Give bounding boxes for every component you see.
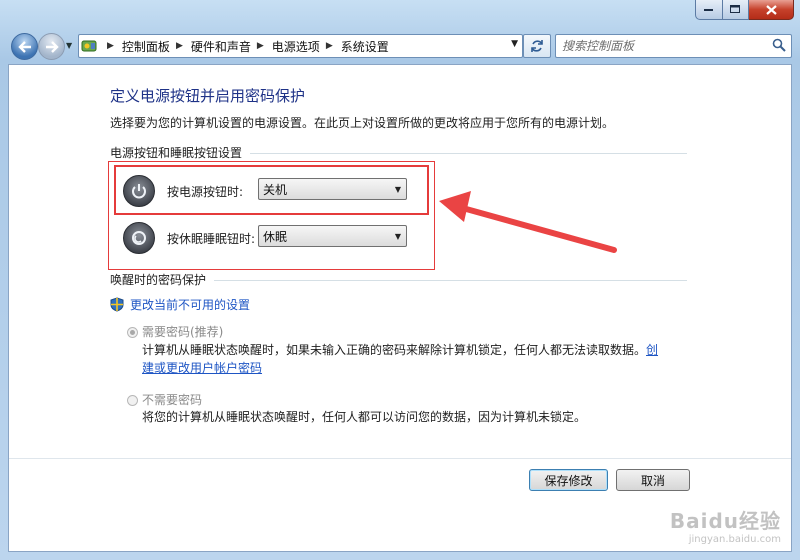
address-history-dropdown[interactable]: ▼ <box>511 39 518 49</box>
refresh-button[interactable] <box>523 34 551 58</box>
breadcrumb-chevron[interactable]: ▶ <box>176 41 183 51</box>
forward-arrow-icon <box>45 40 59 53</box>
page-title: 定义电源按钮并启用密码保护 <box>110 87 306 105</box>
change-settings-link-row: 更改当前不可用的设置 <box>110 296 250 313</box>
section-divider <box>250 152 687 154</box>
sleep-button-select[interactable]: 休眠 ▼ <box>258 225 407 247</box>
sleep-button-label: 按休眠睡眠钮时: <box>167 232 256 246</box>
section-divider <box>214 279 687 281</box>
maximize-button[interactable] <box>723 0 749 20</box>
power-section-header: 电源按钮和睡眠按钮设置 <box>110 145 687 160</box>
no-password-label: 不需要密码 <box>142 393 203 407</box>
save-changes-button[interactable]: 保存修改 <box>529 469 608 491</box>
sleep-button-value: 休眠 <box>263 229 288 244</box>
breadcrumb-chevron[interactable]: ▶ <box>326 41 333 51</box>
no-password-description: 将您的计算机从睡眠状态唤醒时，任何人都可以访问您的数据，因为计算机未锁定。 <box>142 410 587 424</box>
cancel-button[interactable]: 取消 <box>616 469 690 491</box>
caption-buttons <box>695 0 794 20</box>
page-description: 选择要为您的计算机设置的电源设置。在此页上对设置所做的更改将应用于您所有的电源计… <box>110 116 615 130</box>
search-box[interactable] <box>555 34 792 58</box>
recent-pages-dropdown[interactable]: ▼ <box>66 41 72 50</box>
breadcrumb-system-settings[interactable]: 系统设置 <box>341 38 389 55</box>
breadcrumb-root-chevron[interactable]: ▶ <box>107 41 114 51</box>
back-arrow-icon <box>17 40 31 53</box>
close-icon <box>765 4 777 15</box>
password-section-heading: 唤醒时的密码保护 <box>110 272 207 287</box>
require-password-radio[interactable] <box>127 327 138 338</box>
baidu-watermark: Baidu经验 jingyan.baidu.com <box>670 505 781 545</box>
refresh-icon <box>531 40 543 52</box>
footer-divider <box>9 458 791 459</box>
require-password-desc-text: 计算机从睡眠状态唤醒时，如果未输入正确的密码来解除计算机锁定，任何人都无法读取数… <box>142 343 647 357</box>
control-panel-icon <box>79 36 101 56</box>
power-section-heading: 电源按钮和睡眠按钮设置 <box>110 145 243 160</box>
address-bar[interactable]: ▶ 控制面板 ▶ 硬件和声音 ▶ 电源选项 ▶ 系统设置 ▼ <box>78 34 523 58</box>
watermark-brand: Baidu经验 <box>669 509 781 533</box>
minimize-icon <box>704 8 713 11</box>
create-password-link[interactable]: 建或更改用户帐户密码 <box>142 361 262 375</box>
breadcrumb-control-panel[interactable]: 控制面板 <box>122 38 170 55</box>
chevron-down-icon: ▼ <box>394 184 402 194</box>
breadcrumb-chevron[interactable]: ▶ <box>257 41 264 51</box>
back-button[interactable] <box>11 33 38 60</box>
power-button-icon <box>123 175 155 207</box>
maximize-icon <box>730 5 740 13</box>
require-password-label: 需要密码(推荐) <box>142 325 224 339</box>
require-password-description: 计算机从睡眠状态唤醒时，如果未输入正确的密码来解除计算机锁定，任何人都无法读取数… <box>142 341 702 377</box>
change-unavailable-settings-link[interactable]: 更改当前不可用的设置 <box>130 296 250 313</box>
search-icon[interactable] <box>772 38 786 52</box>
sleep-button-icon <box>123 222 155 254</box>
navigation-bar: ▼ ▶ 控制面板 ▶ 硬件和声音 ▶ 电源选项 ▶ 系统设置 ▼ <box>8 32 792 60</box>
window-frame: ▼ ▶ 控制面板 ▶ 硬件和声音 ▶ 电源选项 ▶ 系统设置 ▼ 搜索控制面板 … <box>0 0 800 560</box>
uac-shield-icon <box>110 297 124 312</box>
content-panel: 定义电源按钮并启用密码保护 选择要为您的计算机设置的电源设置。在此页上对设置所做… <box>8 64 792 552</box>
watermark-url: jingyan.baidu.com <box>688 534 781 545</box>
chevron-down-icon: ▼ <box>394 231 402 241</box>
sleep-button-row: 按休眠睡眠钮时: 休眠 ▼ <box>123 222 423 254</box>
breadcrumb-power-options[interactable]: 电源选项 <box>272 38 320 55</box>
search-input[interactable] <box>560 36 764 56</box>
breadcrumb: ▶ 控制面板 ▶ 硬件和声音 ▶ 电源选项 ▶ 系统设置 <box>101 38 389 55</box>
breadcrumb-hardware-sound[interactable]: 硬件和声音 <box>191 38 251 55</box>
power-button-select[interactable]: 关机 ▼ <box>258 178 407 200</box>
minimize-button[interactable] <box>695 0 723 20</box>
close-button[interactable] <box>749 0 794 20</box>
power-button-value: 关机 <box>263 182 288 197</box>
password-section-header: 唤醒时的密码保护 <box>110 272 687 287</box>
annotation-arrow <box>439 191 617 253</box>
power-button-row: 按电源按钮时: 关机 ▼ <box>123 175 423 207</box>
forward-button[interactable] <box>38 33 65 60</box>
no-password-radio[interactable] <box>127 395 138 406</box>
create-password-link-part1[interactable]: 创 <box>646 343 658 357</box>
power-button-label: 按电源按钮时: <box>167 185 244 199</box>
